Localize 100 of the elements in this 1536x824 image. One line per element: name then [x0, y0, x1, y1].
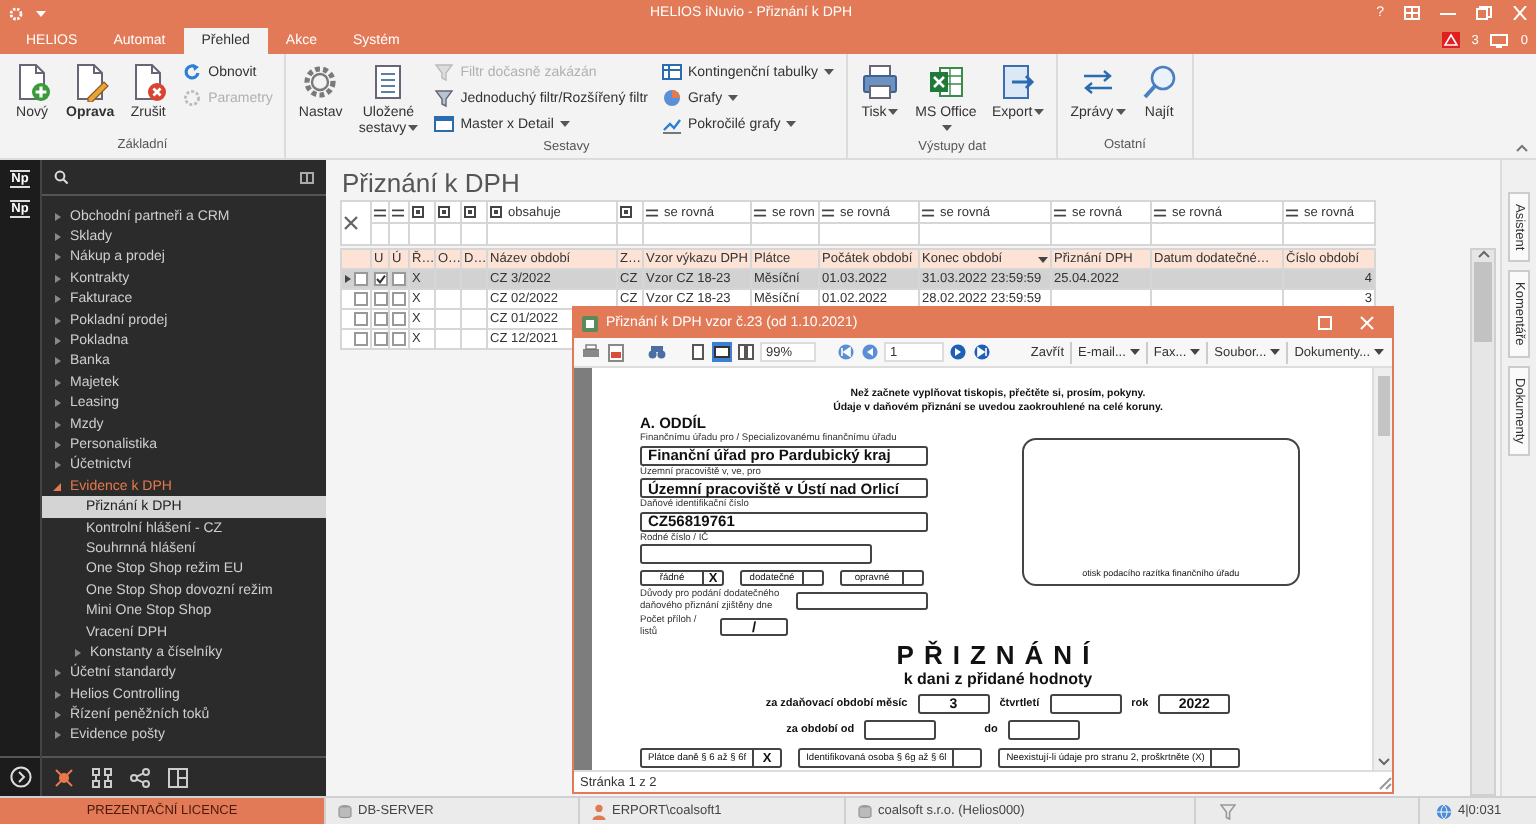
app-logo-icon: [8, 5, 24, 21]
page-width-icon: [714, 344, 730, 360]
form-field: [1049, 694, 1122, 714]
checkbox[interactable]: [392, 292, 406, 306]
form-heading: PŘIZNÁNÍ: [894, 642, 1102, 670]
operator-icon: [412, 206, 424, 218]
maximize-icon: [1318, 316, 1332, 330]
layout-icon: [1404, 6, 1420, 20]
hierarchy-icon: [92, 767, 112, 787]
next-page-icon: [950, 344, 966, 360]
close-icon: [1512, 6, 1528, 20]
find-button[interactable]: [646, 342, 668, 362]
equals-icon: [1286, 207, 1298, 217]
equals-icon: [922, 207, 934, 217]
last-page-icon: [974, 344, 990, 360]
export-icon: [998, 62, 1039, 102]
caret-icon: [1270, 348, 1281, 356]
view-mode-button[interactable]: [712, 342, 732, 362]
caret-icon: [1129, 348, 1140, 356]
pin-icon: [300, 171, 314, 183]
globe-icon: [1436, 803, 1452, 819]
refresh-icon: [182, 62, 203, 82]
form-field: [796, 592, 928, 610]
last-page-button[interactable]: [972, 342, 992, 362]
scrollbar-thumb[interactable]: [1474, 262, 1492, 342]
equals-icon: [392, 207, 404, 217]
first-page-icon: [838, 344, 854, 360]
maximize-button[interactable]: [1476, 6, 1492, 20]
operator-icon: [620, 206, 632, 218]
first-page-button[interactable]: [836, 342, 856, 362]
printer-icon: [582, 344, 600, 360]
app-icon: [582, 315, 598, 331]
scrollbar[interactable]: [1372, 368, 1392, 770]
search-icon: [54, 170, 68, 184]
filter-input[interactable]: [487, 223, 617, 245]
settings-icon: [182, 88, 203, 108]
checkbox[interactable]: [374, 272, 387, 286]
checkbox[interactable]: [354, 332, 368, 346]
scrollbar[interactable]: [1470, 248, 1496, 796]
scrollbar-thumb[interactable]: [1377, 376, 1389, 436]
equals-icon: [374, 207, 386, 217]
equals-icon: [822, 207, 834, 217]
checkbox[interactable]: [374, 292, 387, 306]
caret-icon: [1374, 348, 1384, 356]
previous-page-button[interactable]: [860, 342, 880, 362]
checkbox[interactable]: [354, 312, 368, 326]
checkbox[interactable]: [374, 312, 387, 326]
user-icon: [592, 803, 606, 819]
equals-icon: [1054, 207, 1066, 217]
binoculars-icon: [648, 344, 666, 360]
checkbox[interactable]: [392, 272, 406, 286]
navigate-icon: [9, 766, 31, 788]
window-icon: [434, 114, 455, 134]
caret-icon: [36, 9, 46, 17]
close-button[interactable]: [1512, 6, 1528, 20]
print-preview-button[interactable]: [606, 341, 626, 363]
view-mode-button[interactable]: [688, 342, 708, 362]
checkbox[interactable]: [354, 292, 368, 306]
filter-input[interactable]: [919, 223, 1051, 245]
equals-icon: [754, 207, 766, 217]
line-chart-icon: [661, 114, 682, 134]
form-subheading: k dani z přidané hodnoty: [901, 670, 1095, 688]
database-icon: [338, 803, 352, 819]
spreadsheet-icon: [925, 62, 966, 102]
sort-icon: [1038, 255, 1048, 263]
filter-icon: [434, 62, 455, 82]
scroll-up-icon: [1477, 250, 1489, 258]
caret-icon: [1190, 348, 1201, 356]
operator-icon: [464, 206, 476, 218]
operator-icon: [438, 206, 450, 218]
checkbox[interactable]: [374, 332, 387, 346]
layout-button[interactable]: [1404, 6, 1420, 20]
form-field: [1007, 720, 1080, 740]
printer-icon: [859, 62, 900, 102]
scroll-down-icon: [1377, 758, 1389, 766]
check-icon: [376, 274, 386, 284]
filter-input[interactable]: [1151, 223, 1283, 245]
checkbox[interactable]: [392, 332, 406, 346]
form-field: [864, 720, 937, 740]
next-page-button[interactable]: [948, 342, 968, 362]
checkbox[interactable]: [354, 272, 368, 286]
print-button[interactable]: [580, 342, 602, 362]
network-icon: [54, 767, 74, 787]
operator-icon: [490, 206, 502, 218]
filter-icon: [434, 88, 455, 108]
equals-icon: [1154, 207, 1166, 217]
previous-page-icon: [862, 344, 878, 360]
clear-filter-icon: [344, 216, 358, 230]
close-icon: [1360, 316, 1374, 330]
share-icon: [130, 767, 150, 787]
print-preview-icon: [608, 343, 624, 361]
search-icon: [1139, 62, 1180, 102]
resize-grip-icon: [1378, 775, 1392, 789]
page-title: Přiznání k DPH: [340, 166, 522, 200]
view-mode-button[interactable]: [736, 342, 756, 362]
restore-icon: [1476, 6, 1492, 20]
equals-icon: [646, 207, 658, 217]
monitor-icon: [1490, 33, 1509, 47]
checkbox[interactable]: [392, 312, 406, 326]
alert-icon: [1441, 32, 1460, 48]
